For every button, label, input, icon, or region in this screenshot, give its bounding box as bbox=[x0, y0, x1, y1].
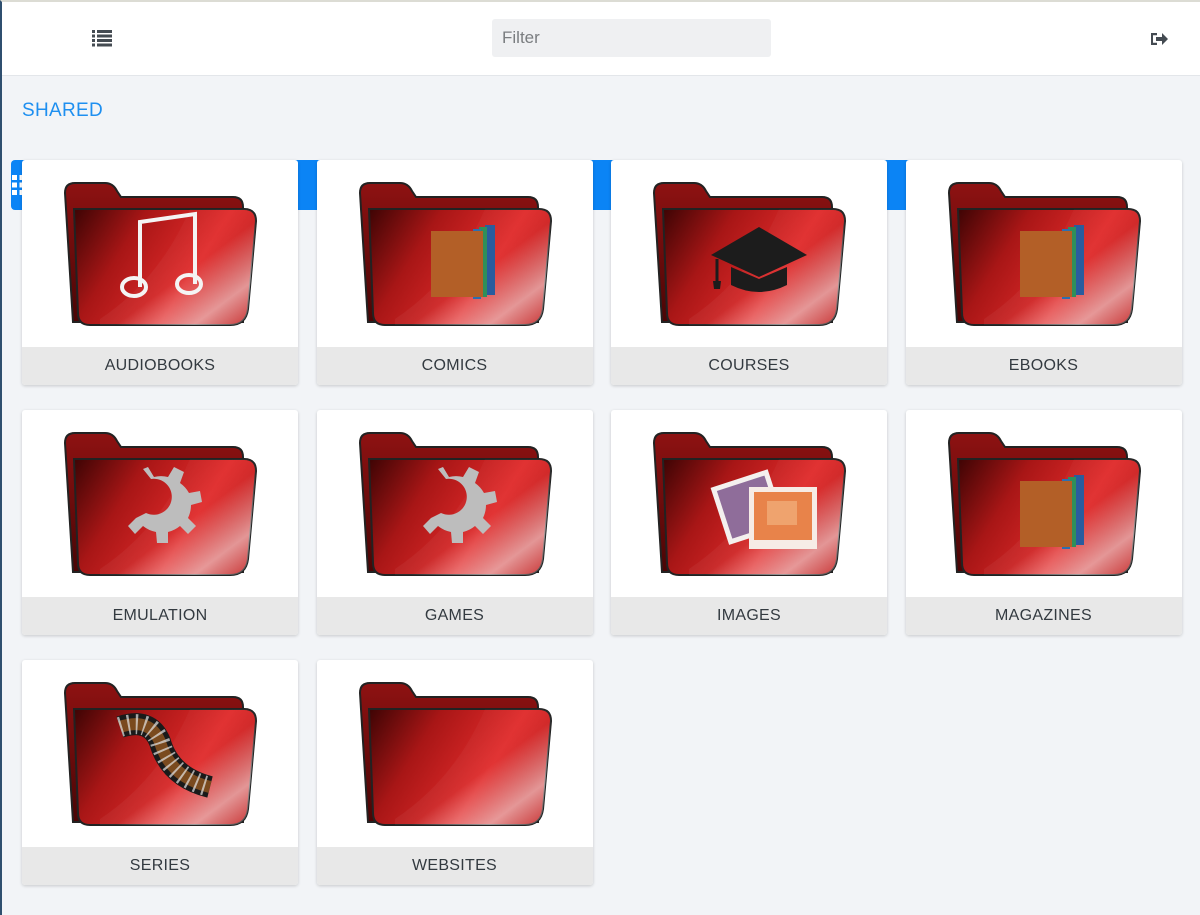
folder-card-courses[interactable]: COURSES bbox=[611, 160, 887, 385]
film-folder-icon bbox=[63, 681, 258, 826]
folder-thumbnail bbox=[906, 410, 1182, 597]
books-folder-icon bbox=[358, 181, 552, 326]
sign-out-icon bbox=[1151, 33, 1168, 45]
filter-input[interactable] bbox=[492, 19, 771, 57]
top-toolbar bbox=[2, 2, 1200, 210]
folder-card-comics[interactable]: COMICS bbox=[316, 160, 593, 385]
books-folder-icon bbox=[947, 181, 1141, 326]
folder-label: GAMES bbox=[316, 597, 593, 635]
folder-card-audiobooks[interactable]: AUDIOBOOKS bbox=[22, 160, 298, 385]
folder-label: WEBSITES bbox=[316, 847, 593, 885]
list-view-icon bbox=[92, 30, 112, 47]
folder-label: EMULATION bbox=[22, 597, 298, 635]
music-folder-icon bbox=[63, 181, 258, 326]
folder-thumbnail bbox=[906, 160, 1182, 347]
folder-card-emulation[interactable]: EMULATION bbox=[22, 410, 298, 635]
books-folder-icon bbox=[947, 431, 1141, 576]
folder-icon bbox=[358, 681, 552, 826]
folder-thumbnail bbox=[611, 410, 887, 597]
gear-folder-icon bbox=[63, 431, 258, 576]
folder-thumbnail bbox=[317, 410, 593, 597]
folder-label: EBOOKS bbox=[905, 347, 1182, 385]
folder-thumbnail bbox=[22, 410, 298, 597]
folder-label: COURSES bbox=[611, 347, 887, 385]
folder-card-ebooks[interactable]: EBOOKS bbox=[905, 160, 1182, 385]
folder-card-websites[interactable]: WEBSITES bbox=[316, 660, 593, 885]
folder-label: IMAGES bbox=[611, 597, 887, 635]
folder-label: AUDIOBOOKS bbox=[22, 347, 298, 385]
list-view-button[interactable] bbox=[72, 13, 132, 63]
folder-card-series[interactable]: SERIES bbox=[22, 660, 298, 885]
folder-grid: AUDIOBOOKS COMICS COURSES EBOOKS EMULATI… bbox=[22, 160, 1184, 885]
folder-label: MAGAZINES bbox=[905, 597, 1182, 635]
folder-thumbnail bbox=[22, 160, 298, 347]
folder-label: SERIES bbox=[22, 847, 298, 885]
section-title: SHARED bbox=[22, 100, 103, 121]
gear-folder-icon bbox=[358, 431, 552, 576]
folder-card-images[interactable]: IMAGES bbox=[611, 410, 887, 635]
folder-thumbnail bbox=[22, 660, 298, 847]
folder-thumbnail bbox=[611, 160, 887, 347]
folder-card-magazines[interactable]: MAGAZINES bbox=[905, 410, 1182, 635]
folder-label: COMICS bbox=[316, 347, 593, 385]
folder-card-games[interactable]: GAMES bbox=[316, 410, 593, 635]
graduation-folder-icon bbox=[652, 181, 847, 326]
folder-thumbnail bbox=[317, 660, 593, 847]
folder-thumbnail bbox=[317, 160, 593, 347]
logout-button[interactable] bbox=[1148, 28, 1170, 50]
photos-folder-icon bbox=[652, 431, 847, 576]
